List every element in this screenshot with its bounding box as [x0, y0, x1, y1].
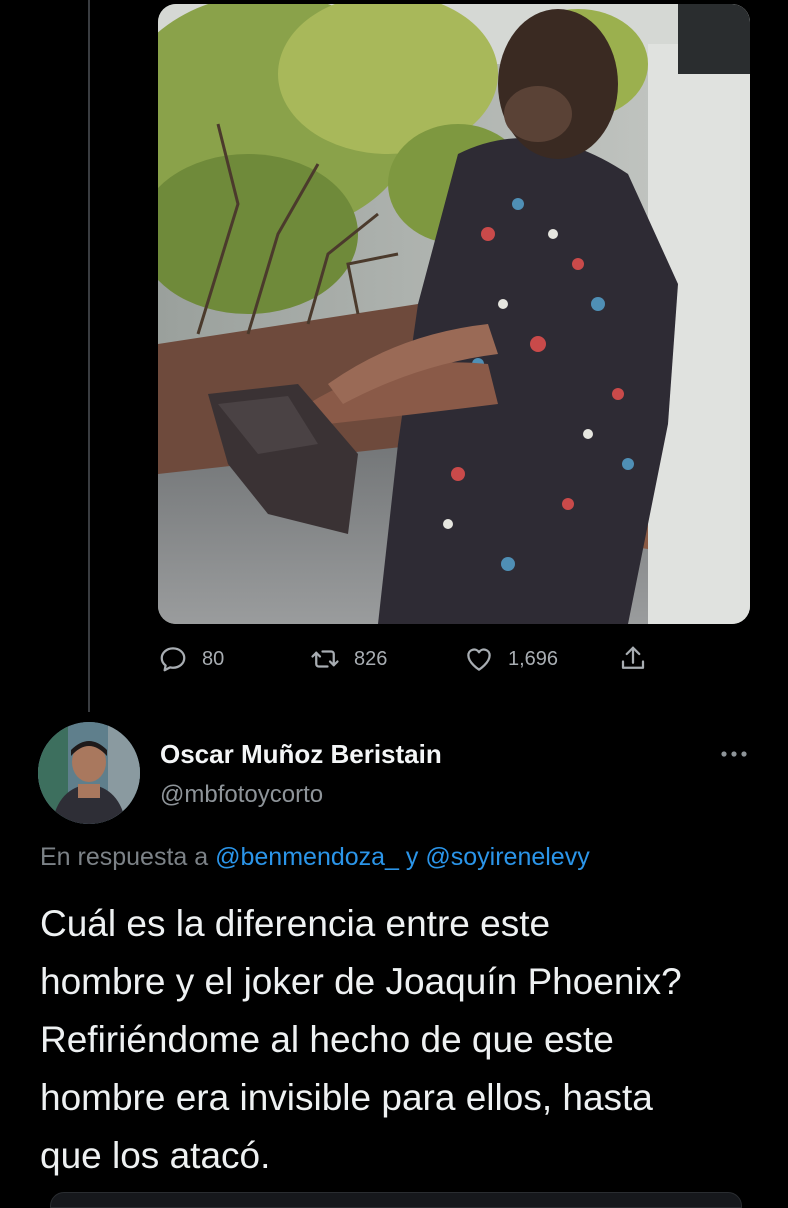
tweet-text-line: hombre era invisible para ellos, hasta	[40, 1077, 653, 1118]
video-frame-image	[158, 4, 750, 624]
mention-link-benmendoza[interactable]: @benmendoza_	[215, 843, 399, 871]
tweet-text-line: Cuál es la diferencia entre este	[40, 903, 551, 944]
user-photo	[38, 722, 140, 824]
mention-connector: y	[405, 843, 419, 871]
tweet-text-line: Refiriéndome al hecho de que este	[40, 1019, 614, 1060]
tweet-text-line: que los atacó.	[40, 1135, 271, 1176]
reply-context: En respuesta a @benmendoza_ y @soyirenel…	[40, 843, 590, 872]
retweet-count: 826	[354, 647, 388, 670]
share-upload-icon	[621, 646, 645, 669]
reply-button[interactable]: 80	[158, 636, 224, 682]
mention-link-soyirenelevy[interactable]: @soyirenelevy	[425, 843, 589, 871]
author-display-name[interactable]: Oscar Muñoz Beristain	[160, 739, 442, 770]
next-item-edge	[50, 1192, 742, 1208]
retweet-button[interactable]: 826	[310, 636, 387, 682]
author-handle[interactable]: @mbfotoycorto	[160, 781, 323, 809]
tweet-video-thumbnail[interactable]	[158, 4, 750, 624]
like-button[interactable]: 1,696	[464, 636, 558, 682]
reply-count: 80	[202, 647, 225, 670]
share-button[interactable]	[618, 636, 662, 682]
more-options-button[interactable]	[716, 740, 752, 768]
heart-icon	[467, 648, 491, 671]
speech-bubble-icon	[160, 647, 186, 672]
reply-prefix: En respuesta a	[40, 843, 209, 871]
tweet-text-line: hombre y el joker de Joaquín Phoenix?	[40, 961, 682, 1002]
like-count: 1,696	[508, 647, 559, 670]
retweet-arrows-icon	[311, 650, 339, 668]
avatar[interactable]	[38, 722, 140, 824]
tweet-body: Cuál es la diferencia entre este hombre …	[40, 895, 770, 1185]
thread-connector-line	[88, 0, 90, 712]
tweet-action-bar: 80 826 1,696	[158, 636, 678, 682]
more-dots-icon	[721, 751, 747, 757]
